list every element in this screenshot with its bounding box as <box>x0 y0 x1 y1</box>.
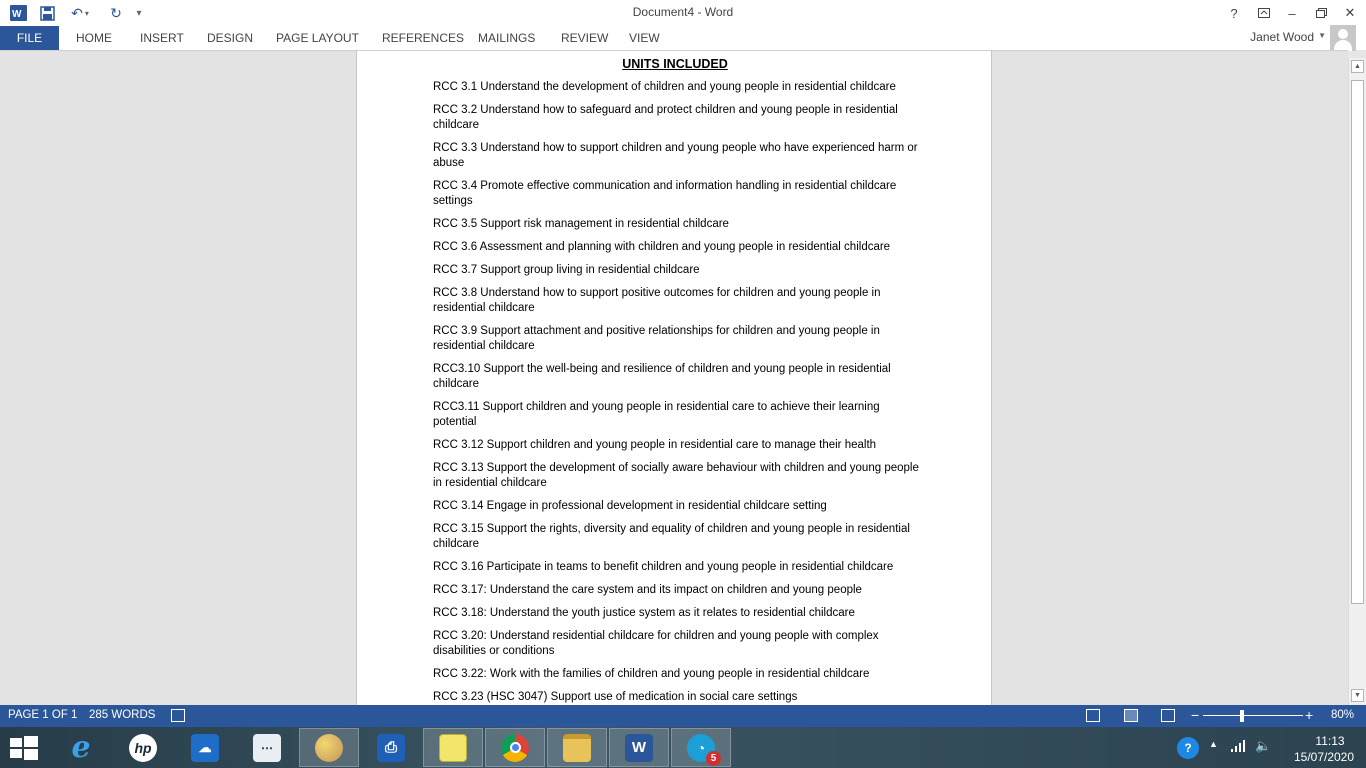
notification-badge: 5 <box>706 750 721 766</box>
satellite-app-icon[interactable]: ◔ 5 <box>671 728 731 767</box>
unit-item: RCC 3.20: Understand residential childca… <box>433 630 879 657</box>
tab-file[interactable]: FILE <box>0 26 59 50</box>
units-list: RCC 3.1 Understand the development of ch… <box>433 80 923 705</box>
unit-item: RCC 3.1 Understand the development of ch… <box>433 81 896 93</box>
document-heading: UNITS INCLUDED <box>622 57 728 71</box>
unit-item: RCC3.10 Support the well-being and resil… <box>433 363 891 390</box>
zoom-in-icon[interactable]: + <box>1305 707 1313 723</box>
unit-item: RCC 3.15 Support the rights, diversity a… <box>433 523 910 550</box>
scroll-down-icon[interactable]: ▼ <box>1351 689 1364 702</box>
internet-explorer-icon[interactable]: e <box>51 728 111 767</box>
tab-references[interactable]: REFERENCES <box>382 31 464 45</box>
clock-time[interactable]: 11:13 <box>1300 734 1360 748</box>
ribbon-display-options-icon[interactable] <box>1253 3 1275 23</box>
hp-icon[interactable]: hp <box>113 728 173 767</box>
unit-item: RCC3.11 Support children and young peopl… <box>433 401 880 428</box>
onedrive-icon[interactable]: ☁ <box>175 728 235 767</box>
clock-date[interactable]: 15/07/2020 <box>1284 750 1364 764</box>
unit-item: RCC 3.8 Understand how to support positi… <box>433 287 881 314</box>
show-hidden-icons-icon[interactable]: ▲ <box>1209 739 1218 749</box>
status-bar: PAGE 1 OF 1 285 WORDS − + 80% <box>0 705 1366 727</box>
web-layout-icon[interactable] <box>1161 709 1175 722</box>
file-explorer-icon[interactable] <box>547 728 607 767</box>
network-signal-icon[interactable] <box>1230 739 1246 756</box>
document-title: Document4 - Word <box>632 5 734 19</box>
unit-item: RCC 3.2 Understand how to safeguard and … <box>433 104 898 131</box>
tab-mailings[interactable]: MAILINGS <box>478 31 535 45</box>
user-name[interactable]: Janet Wood <box>1250 30 1314 44</box>
tab-page-layout[interactable]: PAGE LAYOUT <box>276 31 359 45</box>
tab-view[interactable]: VIEW <box>629 31 660 45</box>
scroll-up-icon[interactable]: ▲ <box>1351 60 1364 73</box>
proofing-icon[interactable] <box>171 709 185 722</box>
network-tool-icon[interactable]: ⋯ <box>237 728 297 767</box>
unit-item: RCC 3.7 Support group living in resident… <box>433 264 700 276</box>
print-layout-icon[interactable] <box>1124 709 1138 722</box>
chrome-icon[interactable] <box>485 728 545 767</box>
minimize-icon[interactable]: – <box>1281 3 1303 23</box>
taskbar: e hp ☁ ⋯ ⎙ W ◔ 5 ? ▲ 🔈 11:13 15/07/2020 <box>0 727 1366 768</box>
tab-insert[interactable]: INSERT <box>140 31 184 45</box>
unit-item: RCC 3.16 Participate in teams to benefit… <box>433 561 894 573</box>
page-count[interactable]: PAGE 1 OF 1 <box>8 709 77 721</box>
zoom-slider[interactable] <box>1203 715 1303 716</box>
unit-item: RCC 3.22: Work with the families of chil… <box>433 668 870 680</box>
vertical-scrollbar[interactable]: ▲ ▼ <box>1348 58 1366 705</box>
zoom-out-icon[interactable]: − <box>1191 707 1199 723</box>
unit-item: RCC 3.14 Engage in professional developm… <box>433 500 827 512</box>
unit-item: RCC 3.12 Support children and young peop… <box>433 439 877 451</box>
sticky-notes-icon[interactable] <box>423 728 483 767</box>
tab-review[interactable]: REVIEW <box>561 31 608 45</box>
zoom-slider-thumb[interactable] <box>1240 710 1244 722</box>
document-page[interactable]: UNITS INCLUDED RCC 3.1 Understand the de… <box>356 51 992 705</box>
unit-item: RCC 3.5 Support risk management in resid… <box>433 218 729 230</box>
scanner-icon[interactable]: ⎙ <box>361 728 421 767</box>
unit-item: RCC 3.9 Support attachment and positive … <box>433 325 880 352</box>
unit-item: RCC 3.4 Promote effective communication … <box>433 180 897 207</box>
help-tray-icon[interactable]: ? <box>1177 737 1199 759</box>
scroll-thumb[interactable] <box>1351 80 1364 604</box>
read-mode-icon[interactable] <box>1086 709 1100 722</box>
unit-item: RCC 3.23 (HSC 3047) Support use of medic… <box>433 691 798 703</box>
unit-item: RCC 3.13 Support the development of soci… <box>433 462 919 489</box>
title-bar: W ↶ ▾ ↻ ▾ Document4 - Word ? – ✕ <box>0 0 1366 26</box>
avatar[interactable] <box>1330 25 1356 51</box>
tab-home[interactable]: HOME <box>76 31 112 45</box>
unit-item: RCC 3.6 Assessment and planning with chi… <box>433 241 891 253</box>
chevron-down-icon[interactable]: ▼ <box>1318 31 1326 40</box>
restore-icon[interactable] <box>1310 3 1332 23</box>
zoom-level[interactable]: 80% <box>1331 709 1354 721</box>
windows-start-icon[interactable] <box>10 736 38 760</box>
unit-item: RCC 3.3 Understand how to support childr… <box>433 142 918 169</box>
word-count[interactable]: 285 WORDS <box>89 709 155 721</box>
ribbon-tabs: FILE HOME INSERT DESIGN PAGE LAYOUT REFE… <box>0 25 1366 51</box>
document-area[interactable]: UNITS INCLUDED RCC 3.1 Understand the de… <box>0 50 1348 705</box>
unit-item: RCC 3.18: Understand the youth justice s… <box>433 607 855 619</box>
close-icon[interactable]: ✕ <box>1339 3 1361 23</box>
paint-icon[interactable] <box>299 728 359 767</box>
word-taskbar-icon[interactable]: W <box>609 728 669 767</box>
help-icon[interactable]: ? <box>1223 3 1245 23</box>
tab-design[interactable]: DESIGN <box>207 31 253 45</box>
unit-item: RCC 3.17: Understand the care system and… <box>433 584 862 596</box>
volume-icon[interactable]: 🔈 <box>1255 738 1271 754</box>
